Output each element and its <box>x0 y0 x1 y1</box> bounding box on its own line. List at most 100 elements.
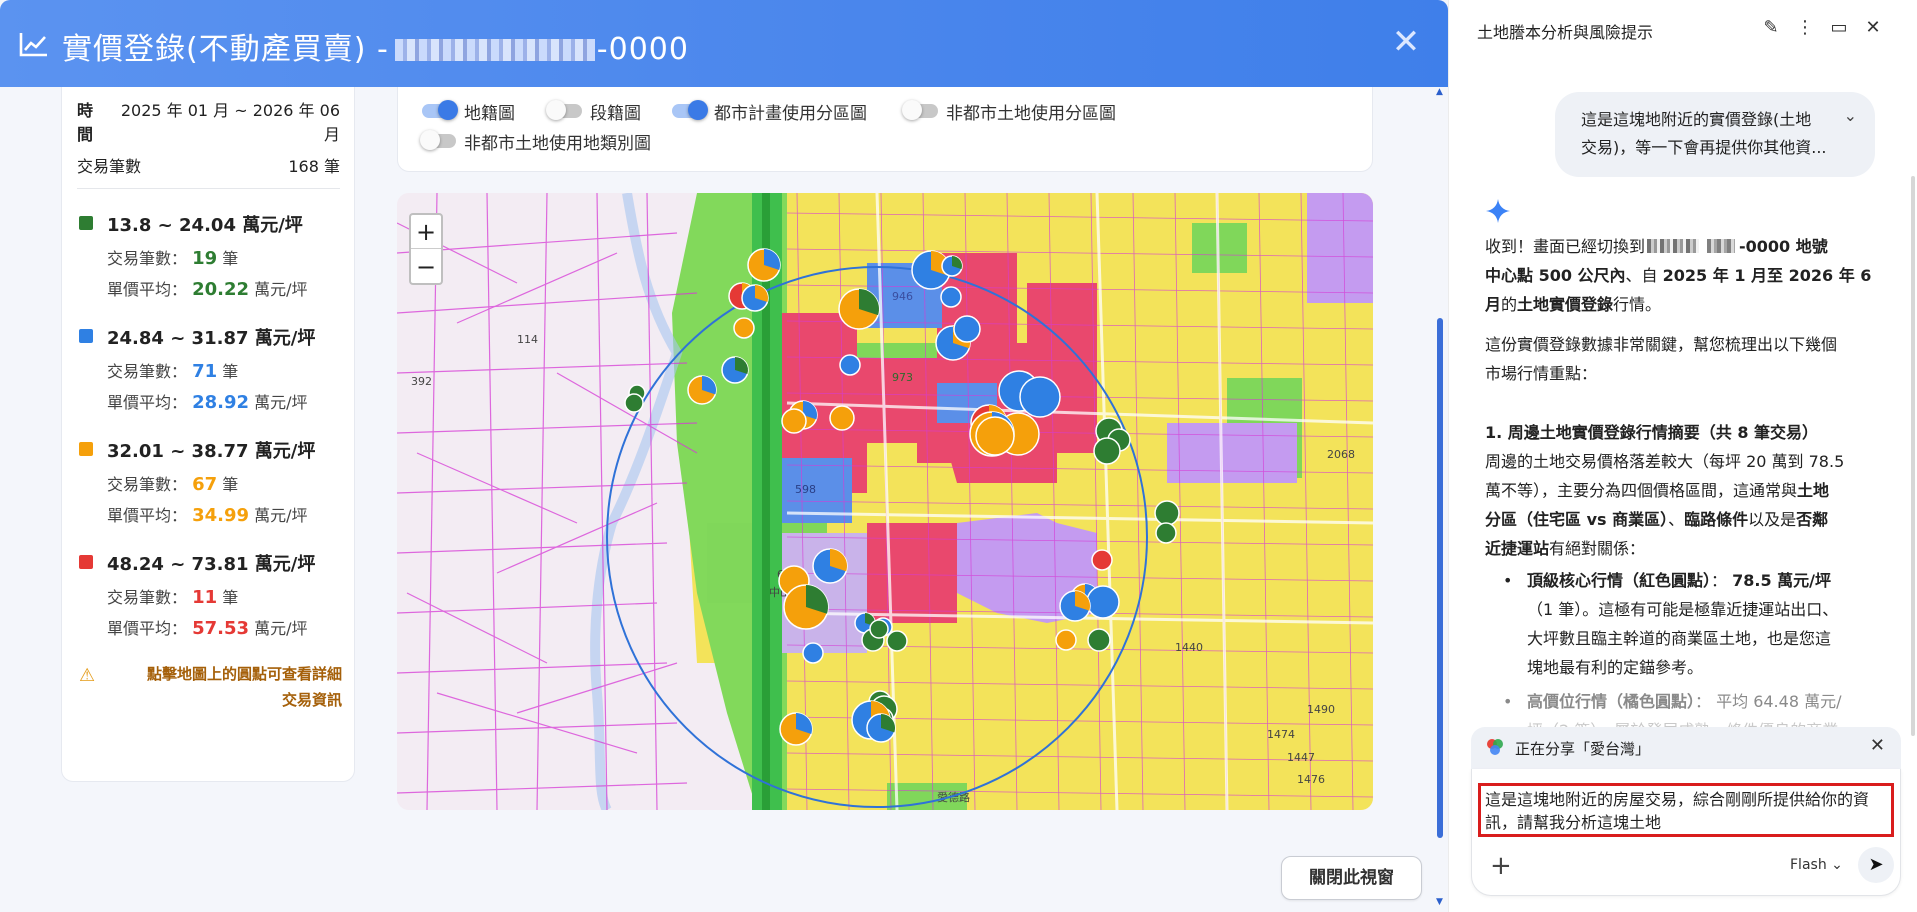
modal-header: 實價登錄(不動產買賣) - -0000 ✕ <box>0 0 1448 87</box>
resp-text: 以及是 <box>1748 510 1797 529</box>
scroll-up-icon[interactable]: ▲ <box>1436 88 1444 97</box>
close-window-button[interactable]: 關閉此視窗 <box>1281 856 1422 900</box>
stop-sharing-icon[interactable]: ✕ <box>1870 735 1885 756</box>
new-chat-icon[interactable]: ✎ <box>1759 16 1783 40</box>
label-946: 946 <box>892 290 913 303</box>
resp-bullet-1-line-3: 大坪數且臨主幹道的商業區土地，也是您這 <box>1527 629 1832 648</box>
model-selector[interactable]: Flash ⌄ <box>1790 857 1843 873</box>
toggle-label: 都市計畫使用分區圖 <box>714 104 867 124</box>
resp-line-6: 周邊的土地交易價格落差較大（每坪 20 萬到 78.5 <box>1485 452 1845 471</box>
map-canvas[interactable]: 946 973 598 603 中山公園 1440 1447 1474 1476… <box>397 193 1373 810</box>
legend-avg-line: 單價平均： 34.99 萬元/坪 <box>107 502 308 526</box>
scrollbar-thumb[interactable] <box>1437 318 1443 838</box>
resp-line-2: 中心點 500 公尺內、自 2025 年 1 月至 2026 年 6 <box>1485 261 1871 290</box>
transaction-marker[interactable] <box>839 354 861 376</box>
modal-title-suffix: -0000 <box>596 32 689 67</box>
resp-bullet-2-line-1: 高價位行情（橘色圓點）： 平均 64.48 萬元/ <box>1527 687 1841 716</box>
count-label: 交易筆數： <box>107 588 188 607</box>
legend-avg: 20.22 <box>192 279 250 300</box>
avg-label: 單價平均： <box>107 619 188 638</box>
label-1490: 1490 <box>1307 703 1335 716</box>
transaction-marker[interactable] <box>869 619 889 639</box>
count-unit: 筆 <box>222 362 239 381</box>
legend-range: 13.8 ~ 24.04 萬元/坪 <box>107 215 303 236</box>
transaction-marker[interactable] <box>802 642 824 664</box>
scroll-down-icon[interactable]: ▼ <box>1436 898 1444 907</box>
legend-swatch-green <box>79 216 93 230</box>
count-label: 交易筆數： <box>107 249 188 268</box>
count-unit: 筆 <box>222 588 239 607</box>
legend-count-line: 交易筆數： 67 筆 <box>107 471 238 495</box>
transaction-marker[interactable] <box>1019 376 1061 418</box>
resp-text: 行情。 <box>1613 295 1662 314</box>
add-attachment-button[interactable]: + <box>1490 853 1512 879</box>
transaction-marker[interactable] <box>975 416 1015 456</box>
transaction-marker[interactable] <box>1093 437 1121 465</box>
transaction-marker[interactable] <box>624 393 644 413</box>
avg-unit: 萬元/坪 <box>254 506 308 525</box>
trend-chart-icon <box>19 33 47 57</box>
resp-bold: 否鄰 <box>1796 510 1829 529</box>
window-layout-icon[interactable]: ▭ <box>1827 16 1851 40</box>
transaction-marker[interactable] <box>1154 500 1180 526</box>
assistant-header: 土地謄本分析與風險提示 ✎ ⋮ ▭ ✕ <box>1449 0 1917 56</box>
transaction-marker[interactable] <box>1087 628 1111 652</box>
user-message[interactable]: 這是這塊地附近的實價登錄(土地 交易)，等一下會再提供你其他資... ⌄ <box>1555 92 1875 177</box>
more-options-icon[interactable]: ⋮ <box>1793 16 1817 40</box>
transaction-marker[interactable] <box>953 315 981 343</box>
transaction-marker[interactable] <box>1086 585 1120 619</box>
period-value-1: 2025 年 01 月 ~ 2026 年 06 <box>120 101 340 120</box>
prompt-input[interactable]: 這是這塊地附近的房屋交易，綜合剛剛所提供給你的資訊，請幫我分析這塊土地 <box>1478 783 1894 837</box>
resp-bold: 中心點 500 公尺內 <box>1485 266 1626 285</box>
resp-line-8: 分區（住宅區 vs 商業區）、臨路條件以及是否鄰 <box>1485 505 1828 534</box>
gemini-sparkle-icon <box>1486 199 1510 223</box>
label-1474: 1474 <box>1267 728 1295 741</box>
shared-tab-icon <box>1487 739 1503 755</box>
send-button[interactable]: ➤ <box>1858 847 1894 883</box>
chevron-down-icon: ⌄ <box>1831 857 1843 873</box>
transaction-marker[interactable] <box>1155 522 1177 544</box>
modal-scrollbar[interactable]: ▲ ▼ <box>1436 88 1444 907</box>
avg-unit: 萬元/坪 <box>254 619 308 638</box>
legend-count-line: 交易筆數： 11 筆 <box>107 584 238 608</box>
transaction-marker[interactable] <box>886 630 908 652</box>
label-1440: 1440 <box>1175 641 1203 654</box>
resp-line-7: 萬不等），主要分為四個價格區間，這通常與土地 <box>1485 476 1829 505</box>
resp-bold: 月 <box>1485 295 1502 314</box>
expand-chevron-icon[interactable]: ⌄ <box>1844 106 1857 125</box>
count-unit: 筆 <box>222 249 239 268</box>
bullet-icon: • <box>1503 571 1513 590</box>
resp-bullet-1-line-4: 塊地最有利的定錨參考。 <box>1527 658 1704 677</box>
redacted-segment <box>1707 239 1736 253</box>
resp-text: 、 <box>1668 510 1685 529</box>
transaction-marker[interactable] <box>733 317 755 339</box>
toggle-knob <box>438 100 458 120</box>
resp-bold: 臨路條件 <box>1684 510 1749 529</box>
transaction-marker[interactable] <box>1055 629 1077 651</box>
label-598: 598 <box>795 483 816 496</box>
zoom-in-button[interactable]: + <box>411 215 441 249</box>
zoom-out-button[interactable]: − <box>411 250 441 284</box>
warning-icon: ⚠ <box>79 665 96 686</box>
divider <box>77 188 340 189</box>
road-highway-center <box>762 193 770 810</box>
label-2068: 2068 <box>1327 448 1355 461</box>
bullet-icon: • <box>1503 692 1513 711</box>
panel-scrollbar[interactable] <box>1911 176 1915 736</box>
resp-heading-1: 1. 周邊土地實價登錄行情摘要（共 8 筆交易） <box>1485 418 1818 447</box>
user-message-text: 這是這塊地附近的實價登錄(土地 交易)，等一下會再提供你其他資... <box>1581 106 1843 162</box>
transaction-marker[interactable] <box>940 286 962 308</box>
transaction-marker[interactable] <box>781 408 807 434</box>
transaction-modal: 實價登錄(不動產買賣) - -0000 ✕ 時 間 2025 年 01 月 ~ 2… <box>0 0 1448 912</box>
resp-bold: 土地 <box>1797 481 1830 500</box>
toggle-label: 段籍圖 <box>590 104 641 124</box>
modal-close-button[interactable]: ✕ <box>1390 25 1422 59</box>
toggle-label: 地籍圖 <box>464 104 515 124</box>
resp-text: ： 平均 64.48 萬元/ <box>1695 692 1842 711</box>
legend-avg: 28.92 <box>192 392 250 413</box>
transaction-marker[interactable] <box>1091 549 1113 571</box>
close-panel-icon[interactable]: ✕ <box>1861 16 1885 40</box>
transaction-marker[interactable] <box>829 405 855 431</box>
map-view[interactable]: 946 973 598 603 中山公園 1440 1447 1474 1476… <box>397 193 1373 810</box>
resp-text: 收到！畫面已經切換到 <box>1485 237 1646 256</box>
